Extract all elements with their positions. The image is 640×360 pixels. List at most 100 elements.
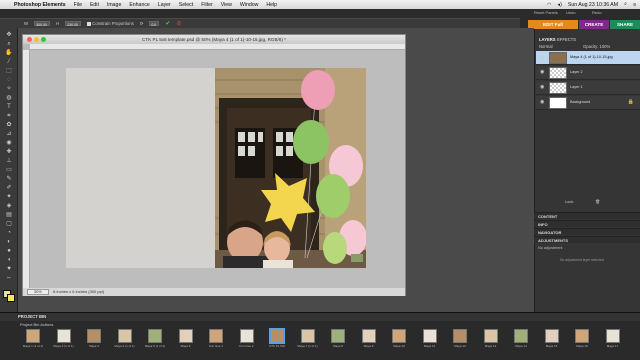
constrain-checkbox[interactable]: Constrain Proportions [87, 21, 134, 26]
edit-full-button[interactable]: EDIT Full [528, 20, 578, 29]
commit-button[interactable]: ✔ [165, 20, 170, 27]
rotate-field[interactable]: 0.0 [149, 21, 160, 27]
project-bin-actions[interactable]: Project Bin Actions [20, 321, 53, 329]
zoom-window-icon[interactable] [41, 37, 46, 42]
cookie-cutter-tool-icon[interactable]: ✿ [5, 122, 13, 128]
wifi-icon[interactable]: ◠ [547, 2, 552, 8]
bin-thumbnail[interactable] [87, 329, 101, 343]
background-color-swatch[interactable] [7, 294, 15, 302]
clock[interactable]: Sun Aug 23 10:36 AM [568, 2, 618, 8]
bin-thumbnail[interactable] [148, 329, 162, 343]
spot-healing-tool-icon[interactable]: ✚ [5, 149, 13, 155]
section-info[interactable]: INFO [534, 220, 640, 227]
bin-thumbnail[interactable] [331, 329, 345, 343]
eyedropper-tool-icon[interactable]: ⁄ [5, 59, 13, 65]
create-button[interactable]: CREATE [579, 20, 609, 29]
bin-thumbnail[interactable] [239, 329, 254, 343]
redo-button[interactable]: Redo [592, 10, 602, 15]
section-adjustments[interactable]: ADJUSTMENTS [534, 236, 640, 243]
eye-icon[interactable]: ◉ [540, 55, 545, 60]
menu-file[interactable]: File [70, 2, 86, 8]
share-button[interactable]: SHARE [610, 20, 640, 29]
bin-thumbnail[interactable] [178, 329, 193, 343]
project-bin-header[interactable]: PROJECT BIN [0, 313, 640, 321]
crop-tool-icon[interactable]: ⌗ [5, 113, 13, 119]
bin-thumbnail[interactable] [544, 329, 559, 343]
bin-thumbnail[interactable] [605, 329, 620, 343]
close-window-icon[interactable] [27, 37, 32, 42]
recompose-tool-icon[interactable]: ⇔ [5, 275, 13, 281]
menu-window[interactable]: Window [236, 2, 262, 8]
burn-tool-icon[interactable]: ◖ [5, 257, 13, 263]
reset-panels-button[interactable]: Reset Panels [534, 10, 558, 15]
height-field[interactable]: 230.00 [65, 21, 82, 27]
eye-icon[interactable]: ◉ [540, 85, 545, 90]
blur-tool-icon[interactable]: ◔ [5, 230, 13, 236]
cancel-transform-button[interactable]: ⊘ [176, 20, 181, 27]
type-tool-icon[interactable]: T [5, 104, 13, 110]
zoom-field[interactable]: 50% [27, 288, 49, 295]
magic-wand-tool-icon[interactable]: ✧ [5, 86, 13, 92]
custom-shape-tool-icon[interactable]: ♥ [5, 266, 13, 272]
bin-thumbnail[interactable] [209, 329, 223, 343]
section-navigator[interactable]: NAVIGATOR [534, 228, 640, 235]
layer-row[interactable]: ◉ Layer 2 [536, 66, 640, 80]
lasso-tool-icon[interactable]: ◌ [5, 77, 13, 83]
shape-tool-icon[interactable]: ▢ [5, 221, 13, 227]
bin-thumbnail[interactable] [26, 329, 40, 343]
menu-edit[interactable]: Edit [86, 2, 103, 8]
bin-thumbnail[interactable] [117, 329, 132, 343]
delete-layer-icon[interactable]: 🗑 [595, 200, 600, 204]
menu-layer[interactable]: Layer [154, 2, 175, 8]
minimize-window-icon[interactable] [34, 37, 39, 42]
dodge-tool-icon[interactable]: ● [5, 248, 13, 254]
pencil-tool-icon[interactable]: ✎ [5, 176, 13, 182]
tab-layers[interactable]: LAYERS [539, 37, 556, 42]
layer-row[interactable]: ◉ Background 🔒 [536, 96, 640, 110]
bin-thumbnail[interactable] [300, 329, 315, 343]
straighten-tool-icon[interactable]: ⊿ [5, 131, 13, 137]
bin-thumbnail[interactable] [270, 329, 284, 343]
width-field[interactable]: 300.00 [34, 21, 51, 27]
menu-view[interactable]: View [217, 2, 236, 8]
search-icon[interactable]: ⌕ [624, 1, 627, 8]
undo-button[interactable]: Undo [566, 10, 576, 15]
menu-select[interactable]: Select [175, 2, 197, 8]
bin-thumbnail[interactable] [514, 329, 528, 343]
marquee-tool-icon[interactable]: ⬚ [5, 68, 13, 74]
eye-icon[interactable]: ◉ [540, 100, 545, 105]
bin-thumbnail[interactable] [361, 329, 376, 343]
bin-thumbnail[interactable] [483, 329, 498, 343]
brush-tool-icon[interactable]: ✐ [5, 185, 13, 191]
menu-enhance[interactable]: Enhance [125, 2, 153, 8]
zoom-tool-icon[interactable]: ⌕ [5, 41, 13, 47]
layer-row[interactable]: ◉ Maya 4 (1 of 1)-10-15.jpg [536, 51, 640, 65]
eraser-tool-icon[interactable]: ▭ [5, 167, 13, 173]
quick-selection-tool-icon[interactable]: ◍ [5, 95, 13, 101]
bin-thumbnail[interactable] [453, 329, 467, 343]
layer-row[interactable]: ◉ Layer 1 [536, 81, 640, 95]
hand-tool-icon[interactable]: ✋ [5, 50, 13, 56]
menu-filter[interactable]: Filter [197, 2, 217, 8]
bin-thumbnail[interactable] [422, 329, 437, 343]
document-title-bar[interactable]: CTK PL 5x6 template.psd @ 50% (Maya 4 (1… [23, 35, 405, 44]
bin-thumbnail[interactable] [575, 329, 589, 343]
app-menu[interactable]: Photoshop Elements [10, 2, 70, 8]
tab-effects[interactable]: EFFECTS [557, 37, 576, 42]
move-tool-icon[interactable]: ✥ [5, 32, 13, 38]
blend-mode-select[interactable]: Normal [539, 44, 553, 49]
list-icon[interactable]: ≡ [633, 2, 636, 8]
vertical-ruler[interactable] [23, 50, 30, 290]
volume-icon[interactable]: ◂) [558, 2, 562, 8]
clone-stamp-tool-icon[interactable]: ⊥ [5, 158, 13, 164]
menu-help[interactable]: Help [262, 2, 281, 8]
opacity-field[interactable]: Opacity: 100% [583, 44, 610, 49]
paint-bucket-tool-icon[interactable]: ◈ [5, 203, 13, 209]
journal-block[interactable] [66, 68, 215, 268]
bin-thumbnail[interactable] [56, 329, 71, 343]
menu-image[interactable]: Image [103, 2, 125, 8]
section-content[interactable]: CONTENT [534, 212, 640, 219]
sponge-tool-icon[interactable]: ◐ [5, 239, 13, 245]
red-eye-tool-icon[interactable]: ◉ [5, 140, 13, 146]
smart-brush-tool-icon[interactable]: ✦ [5, 194, 13, 200]
